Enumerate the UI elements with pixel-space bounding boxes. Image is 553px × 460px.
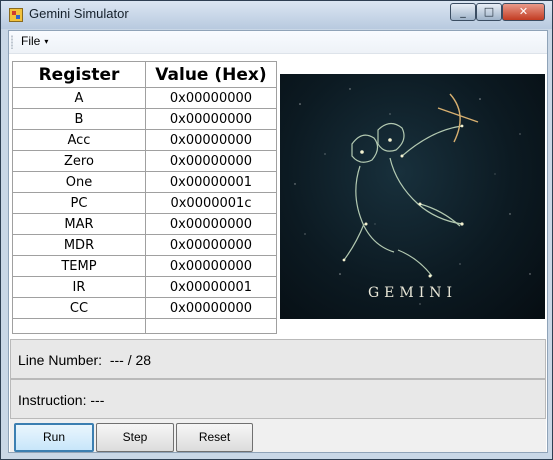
table-row[interactable]: Acc 0x00000000 <box>12 129 278 151</box>
app-icon <box>9 8 23 22</box>
column-header-value: Value (Hex) <box>144 61 278 88</box>
instruction-label: Instruction: --- <box>18 392 105 408</box>
register-value: 0x00000000 <box>144 213 278 235</box>
table-header-row: Register Value (Hex) <box>12 61 278 88</box>
register-value: 0x00000000 <box>144 150 278 172</box>
table-row[interactable]: B 0x00000000 <box>12 108 278 130</box>
constellation-illustration <box>294 88 531 305</box>
register-value: 0x00000000 <box>144 129 278 151</box>
menu-bar: File ▾ <box>9 31 547 54</box>
register-name: One <box>12 171 146 193</box>
table-row[interactable]: CC 0x00000000 <box>12 297 278 319</box>
empty-cell <box>144 318 278 334</box>
table-row[interactable]: MAR 0x00000000 <box>12 213 278 235</box>
table-row[interactable]: IR 0x00000001 <box>12 276 278 298</box>
register-name: CC <box>12 297 146 319</box>
register-value: 0x00000000 <box>144 255 278 277</box>
register-table: Register Value (Hex) A 0x00000000 B 0x00… <box>12 61 278 334</box>
table-row[interactable]: PC 0x0000001c <box>12 192 278 214</box>
gemini-constellation-image: GEMINI <box>280 74 545 319</box>
step-button[interactable]: Step <box>96 423 174 452</box>
register-value: 0x00000001 <box>144 171 278 193</box>
register-name: MDR <box>12 234 146 256</box>
app-window: Gemini Simulator _ □ ✕ File ▾ Register Va… <box>0 0 553 460</box>
register-value: 0x00000000 <box>144 87 278 109</box>
table-row[interactable]: MDR 0x00000000 <box>12 234 278 256</box>
chevron-down-icon: ▾ <box>44 37 49 46</box>
button-bar: Run Step Reset <box>10 419 546 452</box>
register-name: TEMP <box>12 255 146 277</box>
register-name: Zero <box>12 150 146 172</box>
image-caption: GEMINI <box>367 285 458 301</box>
register-name: MAR <box>12 213 146 235</box>
grip-icon <box>11 35 13 49</box>
register-value: 0x00000000 <box>144 108 278 130</box>
minimize-button[interactable]: _ <box>450 3 476 21</box>
title-bar[interactable]: Gemini Simulator _ □ ✕ <box>1 1 552 29</box>
table-row[interactable]: TEMP 0x00000000 <box>12 255 278 277</box>
menu-file-label: File <box>21 34 41 48</box>
table-row[interactable]: Zero 0x00000000 <box>12 150 278 172</box>
table-row[interactable]: A 0x00000000 <box>12 87 278 109</box>
reset-button[interactable]: Reset <box>176 423 253 452</box>
instruction-panel: Instruction: --- <box>10 379 546 419</box>
register-name: IR <box>12 276 146 298</box>
table-row[interactable]: One 0x00000001 <box>12 171 278 193</box>
empty-cell <box>12 318 146 334</box>
column-header-register: Register <box>12 61 146 88</box>
window-title: Gemini Simulator <box>29 6 129 21</box>
register-name: Acc <box>12 129 146 151</box>
table-row-new[interactable] <box>12 318 278 334</box>
close-button[interactable]: ✕ <box>502 3 545 21</box>
maximize-button[interactable]: □ <box>476 3 502 21</box>
line-number-label: Line Number: --- / 28 <box>18 352 152 368</box>
register-value: 0x00000000 <box>144 234 278 256</box>
register-name: A <box>12 87 146 109</box>
run-button[interactable]: Run <box>14 423 94 452</box>
client-area: File ▾ Register Value (Hex) A 0x00000000 … <box>8 30 548 453</box>
register-value: 0x00000000 <box>144 297 278 319</box>
register-value: 0x00000001 <box>144 276 278 298</box>
line-number-panel: Line Number: --- / 28 <box>10 339 546 379</box>
register-value: 0x0000001c <box>144 192 278 214</box>
menu-file[interactable]: File ▾ <box>21 34 48 48</box>
register-name: B <box>12 108 146 130</box>
register-name: PC <box>12 192 146 214</box>
